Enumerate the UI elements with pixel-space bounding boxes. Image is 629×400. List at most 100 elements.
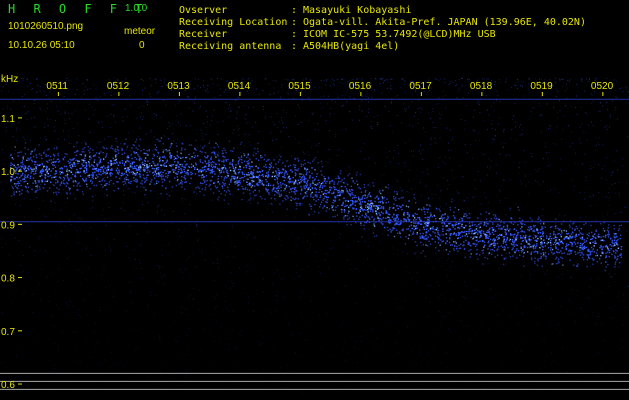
noise-speck (157, 212, 158, 214)
noise-speck (479, 180, 481, 182)
noise-speck (1, 190, 3, 192)
noise-speck (86, 246, 88, 248)
noise-speck (245, 114, 247, 116)
signal-speck (420, 237, 422, 239)
signal-speck (184, 175, 186, 177)
noise-speck (217, 134, 219, 135)
signal-speck (237, 172, 240, 174)
noise-speck (54, 120, 56, 121)
noise-speck (248, 141, 250, 143)
signal-speck (274, 170, 277, 172)
signal-speck (593, 251, 595, 253)
signal-speck (263, 184, 265, 186)
signal-speck (509, 256, 512, 258)
signal-speck (146, 152, 148, 155)
noise-speck (26, 113, 28, 115)
noise-speck (136, 177, 138, 179)
noise-speck (144, 87, 146, 89)
signal-speck (88, 176, 90, 178)
signal-speck (161, 185, 163, 187)
signal-speck (497, 246, 500, 248)
noise-speck (222, 120, 224, 122)
signal-speck (229, 162, 231, 164)
noise-speck (474, 353, 476, 355)
signal-speck (354, 194, 356, 197)
signal-speck (104, 180, 106, 182)
signal-speck (512, 247, 514, 249)
noise-speck (489, 349, 491, 351)
noise-speck (76, 89, 78, 91)
signal-speck (530, 246, 532, 248)
noise-speck (548, 152, 550, 153)
signal-speck (427, 197, 430, 200)
noise-speck (377, 347, 379, 349)
noise-speck (280, 146, 282, 148)
noise-speck (318, 167, 320, 169)
signal-speck (20, 184, 22, 187)
signal-speck (293, 198, 296, 201)
noise-speck (246, 200, 248, 202)
noise-speck (307, 339, 309, 341)
signal-speck (91, 176, 93, 179)
signal-speck (202, 147, 204, 149)
noise-speck (498, 153, 500, 155)
noise-speck (466, 197, 468, 199)
signal-speck (455, 234, 457, 237)
noise-speck (488, 329, 490, 331)
signal-speck (92, 168, 94, 170)
signal-speck (325, 210, 328, 212)
noise-speck (148, 376, 150, 377)
signal-speck (372, 182, 374, 184)
signal-speck (327, 178, 330, 180)
noise-speck (614, 273, 616, 275)
signal-speck (53, 164, 55, 167)
noise-speck (44, 150, 46, 152)
noise-speck (466, 152, 468, 154)
noise-speck (10, 108, 12, 110)
signal-speck (100, 170, 102, 173)
noise-speck (285, 215, 287, 217)
noise-speck (331, 226, 333, 227)
signal-speck (84, 172, 86, 174)
noise-speck (262, 108, 264, 110)
noise-speck (295, 272, 297, 273)
noise-speck (440, 294, 442, 296)
signal-speck (393, 198, 395, 200)
noise-speck (30, 169, 31, 171)
signal-speck (576, 227, 578, 230)
noise-speck (380, 324, 382, 326)
noise-speck (147, 104, 148, 106)
noise-speck (121, 158, 123, 159)
noise-speck (138, 349, 140, 351)
signal-speck (559, 241, 562, 243)
signal-speck (295, 182, 297, 184)
noise-speck (301, 161, 303, 163)
noise-speck (74, 226, 76, 228)
signal-speck (483, 246, 485, 248)
noise-speck (417, 119, 419, 121)
noise-speck (356, 303, 358, 305)
signal-speck (514, 237, 516, 240)
signal-speck (163, 149, 165, 151)
signal-speck (60, 182, 62, 185)
signal-speck (527, 246, 529, 249)
noise-speck (622, 346, 624, 348)
noise-speck (319, 270, 321, 272)
noise-speck (115, 140, 117, 142)
signal-speck (442, 234, 444, 236)
signal-speck (391, 216, 394, 218)
noise-speck (259, 343, 261, 345)
noise-speck (422, 159, 424, 161)
noise-speck (528, 386, 530, 388)
noise-speck (288, 323, 290, 325)
signal-speck (545, 257, 547, 260)
noise-speck (261, 343, 263, 344)
signal-speck (33, 168, 35, 170)
signal-speck (95, 174, 98, 176)
signal-speck (162, 175, 164, 177)
noise-speck (86, 79, 88, 81)
noise-speck (265, 310, 267, 312)
signal-speck (479, 223, 481, 225)
noise-speck (502, 367, 504, 369)
noise-speck (342, 104, 344, 106)
